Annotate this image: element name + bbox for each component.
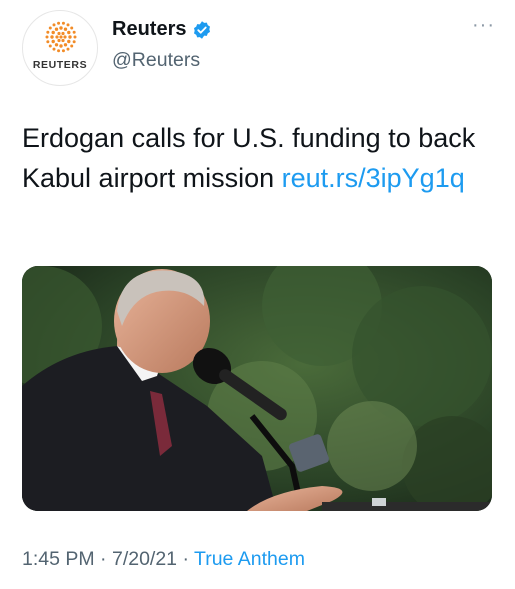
logo-dot — [57, 38, 61, 43]
tweet-date[interactable]: 7/20/21 — [112, 548, 177, 570]
logo-dot — [55, 35, 59, 39]
user-handle[interactable]: @Reuters — [112, 49, 200, 72]
logo-dot — [50, 35, 54, 39]
logo-dot — [63, 43, 68, 47]
tweet-source[interactable]: True Anthem — [194, 548, 305, 570]
logo-dot — [54, 43, 59, 47]
logo-dot — [67, 39, 71, 44]
logo-dot — [57, 49, 61, 53]
avatar-wordmark: REUTERS — [32, 59, 88, 71]
logo-dot — [72, 40, 76, 44]
logo-dot — [48, 44, 52, 48]
meta-separator: · — [177, 548, 195, 570]
more-options-icon[interactable]: ··· — [472, 15, 495, 35]
logo-dot — [45, 35, 49, 39]
logo-dot — [70, 26, 74, 30]
tweet-time[interactable]: 1:45 PM — [22, 548, 95, 570]
display-name[interactable]: Reuters — [112, 18, 186, 41]
tweet-link[interactable]: reut.rs/3ipYg1q — [282, 163, 465, 193]
display-name-row[interactable]: Reuters — [112, 18, 212, 41]
logo-dot — [63, 35, 67, 39]
logo-dot — [63, 27, 68, 31]
tweet-meta: 1:45 PM · 7/20/21 · True Anthem — [22, 548, 305, 571]
logo-dot — [51, 30, 55, 35]
logo-dot — [54, 27, 59, 31]
logo-dot — [61, 38, 65, 43]
logo-dot — [51, 39, 55, 44]
logo-dot — [46, 40, 50, 44]
logo-dot — [52, 23, 56, 27]
logo-dot — [66, 23, 70, 27]
logo-dot — [67, 30, 71, 35]
logo-dot — [68, 35, 72, 39]
logo-dot — [59, 35, 63, 39]
tweet-media-image[interactable] — [22, 266, 492, 511]
logo-dot — [52, 47, 56, 51]
reuters-logo-icon — [45, 21, 77, 53]
logo-dot — [48, 26, 52, 30]
logo-dot — [66, 47, 70, 51]
logo-dot — [73, 35, 77, 39]
media-photo — [22, 266, 492, 511]
logo-dot — [57, 31, 61, 36]
logo-dot — [72, 30, 76, 34]
logo-dot — [61, 31, 65, 36]
tweet-text: Erdogan calls for U.S. funding to back K… — [22, 118, 497, 198]
logo-dot — [70, 44, 74, 48]
logo-dot — [46, 30, 50, 34]
meta-separator: · — [94, 548, 112, 570]
logo-dot — [59, 44, 63, 48]
logo-dot — [59, 26, 63, 30]
verified-badge-icon — [194, 20, 211, 39]
logo-dot — [61, 49, 65, 53]
logo-dot — [61, 21, 65, 25]
logo-dot — [57, 21, 61, 25]
avatar[interactable]: REUTERS — [22, 10, 98, 86]
